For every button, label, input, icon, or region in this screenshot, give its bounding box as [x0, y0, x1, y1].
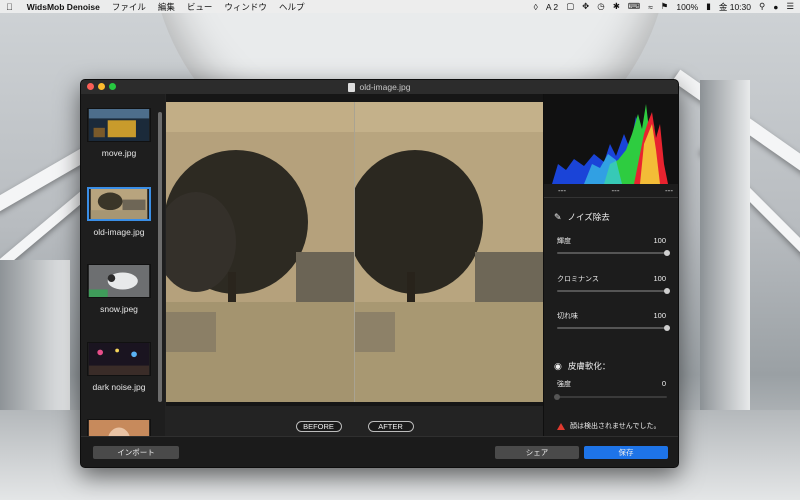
- thumbnail-image: [87, 419, 151, 436]
- thumbnail-image: [87, 264, 151, 298]
- menu-bar:  WidsMob Denoise ファイル 編集 ビュー ウィンドウ ヘルプ …: [0, 0, 800, 13]
- wifi-icon[interactable]: ≈: [648, 2, 653, 12]
- move-icon[interactable]: ✥: [582, 1, 589, 12]
- warning-icon: [557, 422, 565, 430]
- thumbnail-image: [87, 342, 151, 376]
- thumbnail-label: snow.jpeg: [100, 304, 138, 314]
- keyboard-icon[interactable]: ⌨: [628, 1, 640, 12]
- chrominance-value: 100: [653, 274, 666, 283]
- apple-menu-icon[interactable]: : [6, 2, 13, 12]
- bluetooth-icon[interactable]: ✱: [613, 1, 620, 12]
- before-after-bar: BEFORE AFTER: [166, 416, 543, 436]
- image-preview[interactable]: [166, 94, 543, 406]
- share-button[interactable]: シェア: [495, 446, 579, 459]
- sharpness-value: 100: [653, 311, 666, 320]
- bottom-toolbar: インポート シェア 保存: [81, 436, 678, 467]
- luminance-value: 100: [653, 236, 666, 245]
- menu-view[interactable]: ビュー: [187, 1, 213, 13]
- window-title: old-image.jpg: [359, 82, 411, 92]
- clock[interactable]: 金 10:30: [719, 1, 751, 13]
- luminance-slider[interactable]: [557, 250, 670, 256]
- save-button[interactable]: 保存: [584, 446, 668, 459]
- before-button[interactable]: BEFORE: [295, 420, 342, 432]
- thumbnail-item[interactable]: [85, 419, 153, 436]
- search-icon[interactable]: ⚲: [759, 1, 765, 12]
- face-warning: 顔は検出されませんでした。: [557, 421, 660, 431]
- chrominance-slider[interactable]: [557, 288, 670, 294]
- import-button[interactable]: インポート: [93, 446, 179, 459]
- thumbnail-label: move.jpg: [101, 148, 137, 158]
- thumbnail-label: dark noise.jpg: [92, 382, 146, 392]
- histogram-values: --- --- ---: [544, 184, 678, 198]
- slider-knob[interactable]: [664, 288, 670, 294]
- thumbnail-sidebar: move.jpg old-image.jpg snow.jpeg dark no…: [81, 94, 165, 436]
- document-icon: [348, 82, 356, 92]
- before-image: [166, 102, 354, 402]
- strength-slider[interactable]: [554, 394, 667, 400]
- slider-knob[interactable]: [664, 250, 670, 256]
- title-bar: old-image.jpg: [81, 80, 678, 94]
- app-window: old-image.jpg move.jpg old-image.jpg sno…: [80, 79, 679, 468]
- time-machine-icon[interactable]: ◷: [597, 1, 604, 12]
- close-button[interactable]: [87, 83, 94, 90]
- brush-icon: ✎: [554, 211, 562, 222]
- thumbnail-image: [87, 108, 151, 142]
- skin-section-title: ◉ 皮膚軟化：: [554, 360, 611, 372]
- thumbnail-image: [87, 187, 151, 221]
- adjustment-panel: --- --- --- ✎ ノイズ除去 輝度 100 クロミナンス 100 切れ…: [543, 94, 678, 436]
- thumbnail-item[interactable]: move.jpg: [85, 108, 153, 158]
- camera-icon[interactable]: ▢: [566, 1, 574, 12]
- after-button[interactable]: AFTER: [367, 420, 414, 432]
- thumbnail-label: old-image.jpg: [93, 227, 145, 237]
- menu-list-icon[interactable]: ☰: [786, 1, 794, 12]
- sharpness-label: 切れ味: [557, 313, 578, 320]
- menu-file[interactable]: ファイル: [112, 1, 146, 13]
- after-image: [355, 102, 543, 402]
- histogram: [544, 94, 678, 184]
- strength-label: 強度: [557, 381, 571, 388]
- menu-window[interactable]: ウィンドウ: [224, 1, 267, 13]
- slider-knob[interactable]: [554, 394, 560, 400]
- app-menu[interactable]: WidsMob Denoise: [27, 2, 100, 12]
- flag-icon[interactable]: ⚑: [661, 1, 669, 12]
- strength-value: 0: [661, 379, 666, 388]
- chrominance-label: クロミナンス: [557, 276, 599, 283]
- sidebar-scrollbar[interactable]: [158, 112, 162, 402]
- thumbnail-item[interactable]: dark noise.jpg: [85, 342, 153, 392]
- zoom-button[interactable]: [109, 83, 116, 90]
- face-icon: ◉: [554, 360, 562, 371]
- thumbnail-item-selected[interactable]: old-image.jpg: [85, 187, 153, 237]
- menu-edit[interactable]: 編集: [158, 1, 175, 13]
- noise-section-title: ✎ ノイズ除去: [554, 211, 610, 223]
- thumbnail-item[interactable]: snow.jpeg: [85, 264, 153, 314]
- luminance-label: 輝度: [557, 238, 571, 245]
- menu-help[interactable]: ヘルプ: [279, 1, 305, 13]
- adobe-icon[interactable]: A 2: [546, 2, 558, 12]
- battery-icon[interactable]: ▮: [706, 1, 711, 12]
- minimize-button[interactable]: [98, 83, 105, 90]
- battery-label[interactable]: 100%: [676, 2, 698, 12]
- sharpness-slider[interactable]: [557, 325, 670, 331]
- user-icon[interactable]: ●: [773, 2, 778, 12]
- slider-knob[interactable]: [664, 325, 670, 331]
- status-diamond-icon[interactable]: ◊: [534, 2, 538, 12]
